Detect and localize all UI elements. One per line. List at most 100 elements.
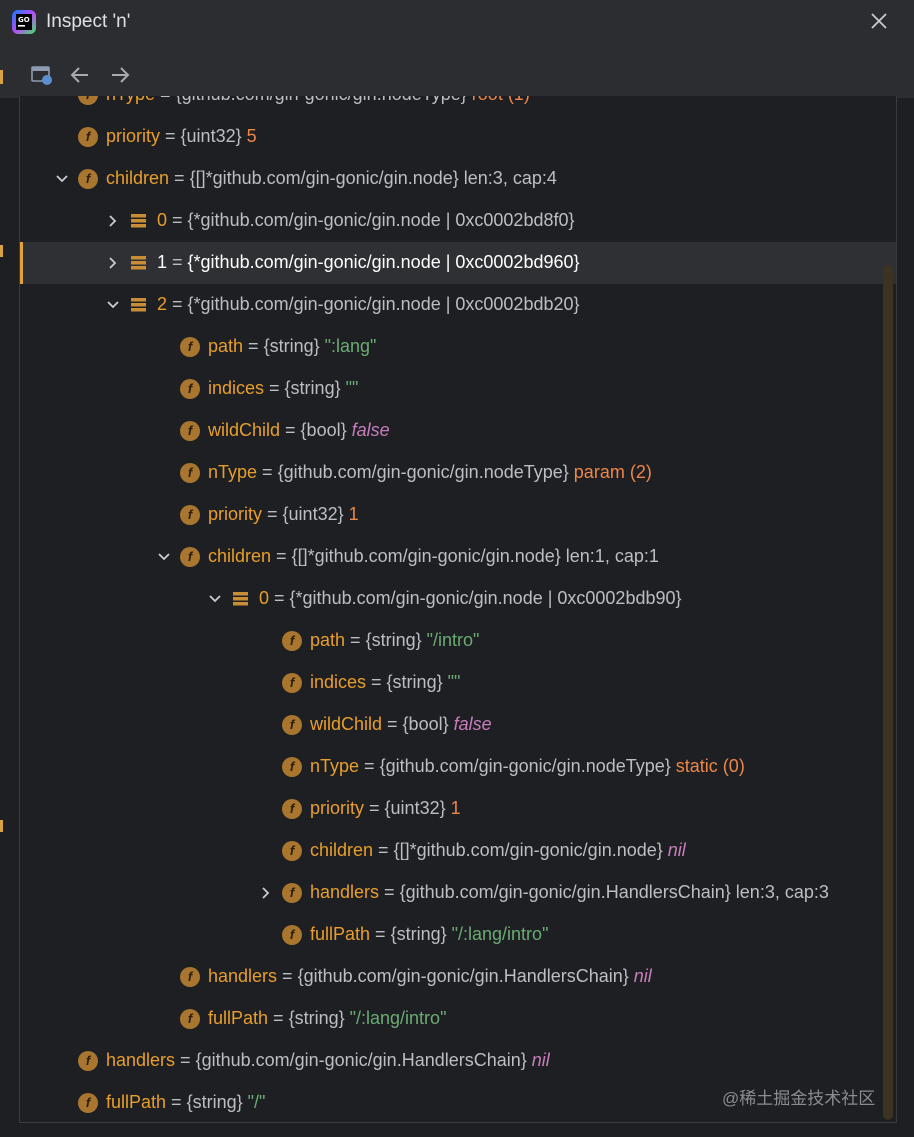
variable-name: handlers [208, 966, 278, 986]
tree-row[interactable]: f handlers = {github.com/gin-gonic/gin.Ha… [20, 872, 896, 914]
variable-name: path [310, 630, 346, 650]
variable-value: len:1, cap:1 [565, 546, 659, 566]
tree-row[interactable]: f handlers = {github.com/gin-gonic/gin.Ha… [20, 956, 896, 998]
back-arrow-icon[interactable] [68, 63, 92, 87]
tree-row[interactable]: f children = {[]*github.com/gin-gonic/gin… [20, 536, 896, 578]
tree-row[interactable]: f priority = {uint32} 1 [20, 494, 896, 536]
variable-type: {*github.com/gin-gonic/gin.node | 0xc000… [187, 252, 580, 272]
tree-row[interactable]: f handlers = {github.com/gin-gonic/gin.Ha… [20, 1040, 896, 1082]
variable-name: path [208, 336, 244, 356]
tree-row-text: nType = {github.com/gin-gonic/gin.nodeTy… [106, 96, 530, 105]
vertical-scrollbar[interactable] [883, 265, 893, 1120]
variable-value: root (1) [472, 96, 530, 104]
field-icon: f [282, 757, 302, 777]
tree-row[interactable]: f children = {[]*github.com/gin-gonic/gin… [20, 158, 896, 200]
tree-row-text: handlers = {github.com/gin-gonic/gin.Han… [106, 1050, 550, 1071]
variable-name: indices [208, 378, 265, 398]
tree-row[interactable]: fnType = {github.com/gin-gonic/gin.nodeT… [20, 96, 896, 116]
variable-value: "" [447, 672, 461, 692]
tree-row[interactable]: f indices = {string} "" [20, 368, 896, 410]
variable-type: {string} [288, 1008, 345, 1028]
tree-row[interactable]: f children = {[]*github.com/gin-gonic/gin… [20, 830, 896, 872]
tree-row-text: children = {[]*github.com/gin-gonic/gin.… [310, 840, 686, 861]
selection-indicator [20, 242, 23, 284]
chevron-down-icon[interactable] [156, 549, 172, 565]
close-icon[interactable] [868, 10, 890, 32]
tree-row-text: fullPath = {string} "/:lang/intro" [208, 1008, 446, 1029]
tree-row[interactable]: f indices = {string} "" [20, 662, 896, 704]
tree-row[interactable]: f priority = {uint32} 1 [20, 788, 896, 830]
svg-text:GO: GO [18, 16, 30, 24]
chevron-right-icon[interactable] [258, 885, 274, 901]
variable-value: ":lang" [324, 336, 377, 356]
tree-row[interactable]: f path = {string} ":lang" [20, 326, 896, 368]
tree-row[interactable]: f path = {string} "/intro" [20, 620, 896, 662]
tree-row[interactable]: f wildChild = {bool} false [20, 410, 896, 452]
tree-row-text: nType = {github.com/gin-gonic/gin.nodeTy… [310, 756, 745, 777]
equals-sign: = [167, 252, 188, 272]
tree-row-text: priority = {uint32} 1 [208, 504, 359, 525]
tree-row[interactable]: f fullPath = {string} "/:lang/intro" [20, 998, 896, 1040]
equals-sign: = [264, 378, 285, 398]
tree-row-text: handlers = {github.com/gin-gonic/gin.Han… [208, 966, 652, 987]
tree-row[interactable]: f fullPath = {string} "/:lang/intro" [20, 914, 896, 956]
variable-value: 5 [246, 126, 257, 146]
variable-name: indices [310, 672, 367, 692]
variable-type: {[]*github.com/gin-gonic/gin.node} [189, 168, 459, 188]
variable-type: {bool} [300, 420, 347, 440]
chevron-down-icon[interactable] [105, 297, 121, 313]
equals-sign: = [379, 882, 400, 902]
variable-value: 1 [450, 798, 461, 818]
variable-type: {[]*github.com/gin-gonic/gin.node} [393, 840, 663, 860]
equals-sign: = [268, 1008, 289, 1028]
field-icon: f [180, 1009, 200, 1029]
variable-value: false [453, 714, 492, 734]
variable-type: {bool} [402, 714, 449, 734]
tree-row[interactable]: fnType = {github.com/gin-gonic/gin.nodeT… [20, 452, 896, 494]
variable-name: children [310, 840, 374, 860]
tree-row-text: fullPath = {string} "/:lang/intro" [310, 924, 548, 945]
variables-tree: f nType = {github.com/gin-gonic/gin.nodeT… [19, 96, 897, 1123]
variable-value: "/intro" [426, 630, 480, 650]
tree-row-text: wildChild = {bool} false [310, 714, 492, 735]
tree-row-text: 2 = {*github.com/gin-gonic/gin.node | 0x… [157, 294, 580, 315]
tree-row[interactable]: 0 = {*github.com/gin-gonic/gin.node | 0x… [20, 200, 896, 242]
window-title: Inspect 'n' [46, 11, 131, 32]
field-icon: f [282, 841, 302, 861]
pin-to-frame-icon[interactable] [30, 63, 54, 87]
field-icon: f [78, 127, 98, 147]
variable-name: nType [310, 756, 360, 776]
equals-sign: = [370, 924, 391, 944]
variable-type: {string} [365, 630, 422, 650]
tree-row[interactable]: 1 = {*github.com/gin-gonic/gin.node | 0x… [20, 242, 896, 284]
chevron-down-icon[interactable] [54, 171, 70, 187]
tree-row[interactable]: f wildChild = {bool} false [20, 704, 896, 746]
tree-row[interactable]: f nType = {github.com/gin-gonic/gin.nodeT… [20, 746, 896, 788]
variable-type: {string} [386, 672, 443, 692]
field-icon: f [180, 463, 200, 483]
variable-value: "/:lang/intro" [451, 924, 549, 944]
variable-name: handlers [310, 882, 380, 902]
equals-sign: = [366, 672, 387, 692]
chevron-right-icon[interactable] [105, 213, 121, 229]
variable-type: {github.com/gin-gonic/gin.HandlersChain} [195, 1050, 527, 1070]
tree-row[interactable]: f priority = {uint32} 5 [20, 116, 896, 158]
toolbar [0, 44, 914, 98]
variable-value: false [351, 420, 390, 440]
variable-value: len:3, cap:3 [735, 882, 829, 902]
variable-name: 1 [157, 252, 168, 272]
field-icon: f [282, 883, 302, 903]
variable-value: "/" [247, 1092, 266, 1112]
variable-type: {string} [390, 924, 447, 944]
chevron-down-icon[interactable] [207, 591, 223, 607]
chevron-right-icon[interactable] [105, 255, 121, 271]
variable-value: nil [531, 1050, 550, 1070]
variable-type: {string} [186, 1092, 243, 1112]
gutter-marker [0, 70, 3, 84]
tree-row-text: 1 = {*github.com/gin-gonic/gin.node | 0x… [157, 252, 580, 273]
tree-row[interactable]: 2 = {*github.com/gin-gonic/gin.node | 0x… [20, 284, 896, 326]
equals-sign: = [382, 714, 403, 734]
forward-arrow-icon[interactable] [108, 63, 132, 87]
variable-value: "" [345, 378, 359, 398]
tree-row[interactable]: 0 = {*github.com/gin-gonic/gin.node | 0x… [20, 578, 896, 620]
